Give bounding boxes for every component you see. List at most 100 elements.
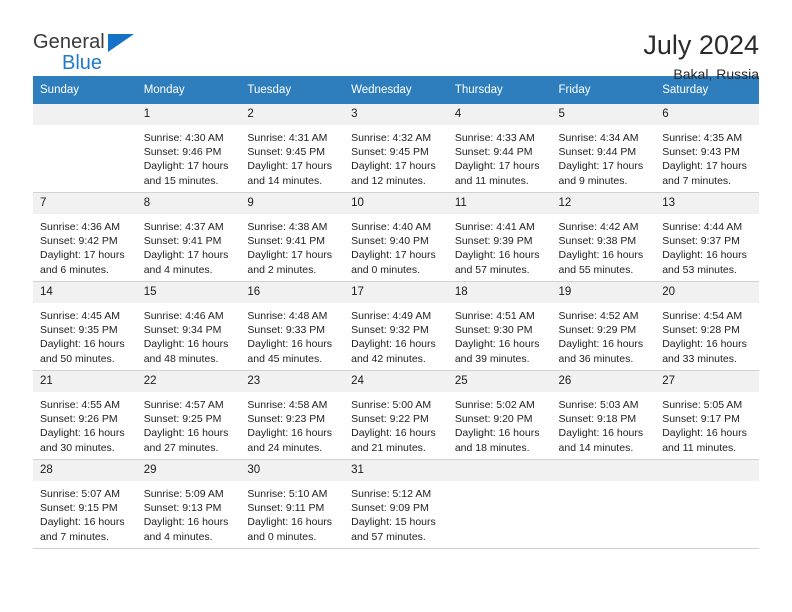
- sunset-text: Sunset: 9:17 PM: [662, 413, 740, 426]
- day-cell[interactable]: 29 Sunrise: 5:09 AM Sunset: 9:13 PM Dayligh…: [136, 459, 241, 549]
- sunrise-text: Sunrise: 4:55 AM: [40, 399, 120, 411]
- day-number: 19: [551, 282, 656, 303]
- day-cell[interactable]: 19 Sunrise: 4:52 AM Sunset: 9:29 PM Dayligh…: [551, 281, 656, 371]
- daylight-text-line1: Daylight: 16 hours: [662, 338, 747, 351]
- day-cell[interactable]: 25 Sunrise: 5:02 AM Sunset: 9:20 PM Dayligh…: [447, 370, 552, 460]
- day-cell[interactable]: 18 Sunrise: 4:51 AM Sunset: 9:30 PM Dayligh…: [447, 281, 552, 371]
- day-number: 18: [447, 282, 552, 303]
- day-cell[interactable]: 13 Sunrise: 4:44 AM Sunset: 9:37 PM Dayligh…: [655, 192, 759, 282]
- daylight-text-line2: and 50 minutes.: [40, 352, 115, 365]
- day-cell[interactable]: 3 Sunrise: 4:32 AM Sunset: 9:45 PM Daylight…: [344, 104, 448, 193]
- day-number: 12: [551, 193, 656, 214]
- day-cell[interactable]: 14 Sunrise: 4:45 AM Sunset: 9:35 PM Dayligh…: [33, 281, 137, 371]
- day-cell[interactable]: 5 Sunrise: 4:34 AM Sunset: 9:44 PM Daylight…: [551, 104, 656, 193]
- calendar-week-row: 28 Sunrise: 5:07 AM Sunset: 9:15 PM Dayligh…: [33, 459, 759, 549]
- day-cell[interactable]: 23 Sunrise: 4:58 AM Sunset: 9:23 PM Dayligh…: [240, 370, 345, 460]
- day-cell[interactable]: 9 Sunrise: 4:38 AM Sunset: 9:41 PM Daylight…: [240, 192, 345, 282]
- day-cell-empty: [655, 459, 759, 549]
- calendar-week-row: 21 Sunrise: 4:55 AM Sunset: 9:26 PM Dayligh…: [33, 370, 759, 460]
- daylight-text-line1: Daylight: 16 hours: [662, 427, 747, 440]
- day-cell[interactable]: 6 Sunrise: 4:35 AM Sunset: 9:43 PM Daylight…: [655, 104, 759, 193]
- day-cell[interactable]: 16 Sunrise: 4:48 AM Sunset: 9:33 PM Dayligh…: [240, 281, 345, 371]
- day-cell[interactable]: 8 Sunrise: 4:37 AM Sunset: 9:41 PM Daylight…: [136, 192, 241, 282]
- day-number: [447, 460, 552, 481]
- day-details: Sunrise: 4:41 AM Sunset: 9:39 PM Daylight:…: [448, 214, 552, 277]
- daylight-text-line2: and 0 minutes.: [351, 263, 420, 276]
- day-cell[interactable]: 27 Sunrise: 5:05 AM Sunset: 9:17 PM Dayligh…: [655, 370, 759, 460]
- day-number: 6: [655, 104, 759, 125]
- daylight-text-line2: and 21 minutes.: [351, 441, 426, 454]
- daylight-text-line1: Daylight: 16 hours: [247, 427, 333, 440]
- day-number: [33, 104, 137, 125]
- sunrise-text: Sunrise: 4:54 AM: [662, 310, 743, 322]
- sunset-text: Sunset: 9:41 PM: [143, 235, 222, 248]
- day-number: 23: [240, 371, 345, 392]
- day-details: Sunrise: 4:48 AM Sunset: 9:33 PM Daylight:…: [240, 303, 344, 366]
- daylight-text-line2: and 45 minutes.: [247, 352, 323, 365]
- day-cell[interactable]: 11 Sunrise: 4:41 AM Sunset: 9:39 PM Dayligh…: [447, 192, 552, 282]
- calendar-table: Sunday Monday Tuesday Wednesday Thursday…: [33, 76, 759, 549]
- daylight-text-line2: and 48 minutes.: [143, 352, 219, 365]
- day-number: 11: [447, 193, 552, 214]
- sunrise-text: Sunrise: 4:32 AM: [351, 132, 432, 144]
- calendar-page: General Blue July 2024 Bakal, Russia Sun…: [0, 0, 792, 612]
- daylight-text-line1: Daylight: 16 hours: [454, 427, 540, 440]
- weekday-header-thursday: Thursday: [447, 76, 552, 104]
- sunrise-text: Sunrise: 4:33 AM: [454, 132, 535, 144]
- day-cell[interactable]: 15 Sunrise: 4:46 AM Sunset: 9:34 PM Dayligh…: [136, 281, 241, 371]
- daylight-text-line2: and 30 minutes.: [40, 441, 115, 454]
- sunrise-text: Sunrise: 5:12 AM: [351, 488, 432, 500]
- day-details: Sunrise: 4:34 AM Sunset: 9:44 PM Daylight:…: [552, 125, 656, 188]
- sunset-text: Sunset: 9:30 PM: [454, 324, 533, 337]
- day-cell[interactable]: 12 Sunrise: 4:42 AM Sunset: 9:38 PM Dayligh…: [551, 192, 656, 282]
- day-cell[interactable]: 10 Sunrise: 4:40 AM Sunset: 9:40 PM Dayligh…: [344, 192, 448, 282]
- daylight-text-line2: and 11 minutes.: [454, 174, 529, 187]
- day-cell[interactable]: 20 Sunrise: 4:54 AM Sunset: 9:28 PM Dayligh…: [655, 281, 759, 371]
- daylight-text-line1: Daylight: 16 hours: [143, 338, 229, 351]
- day-details: Sunrise: 4:55 AM Sunset: 9:26 PM Daylight:…: [33, 392, 137, 455]
- day-number: 25: [447, 371, 552, 392]
- day-cell[interactable]: 7 Sunrise: 4:36 AM Sunset: 9:42 PM Daylight…: [33, 192, 137, 282]
- sunset-text: Sunset: 9:40 PM: [351, 235, 429, 248]
- sunset-text: Sunset: 9:15 PM: [40, 502, 118, 515]
- daylight-text-line2: and 4 minutes.: [143, 263, 213, 276]
- day-cell[interactable]: 1 Sunrise: 4:30 AM Sunset: 9:46 PM Daylight…: [136, 104, 241, 193]
- day-cell[interactable]: 26 Sunrise: 5:03 AM Sunset: 9:18 PM Dayligh…: [551, 370, 656, 460]
- day-cell[interactable]: 28 Sunrise: 5:07 AM Sunset: 9:15 PM Dayligh…: [33, 459, 137, 549]
- daylight-text-line1: Daylight: 17 hours: [351, 249, 436, 262]
- day-cell[interactable]: 31 Sunrise: 5:12 AM Sunset: 9:09 PM Dayligh…: [344, 459, 448, 549]
- daylight-text-line1: Daylight: 17 hours: [40, 249, 125, 262]
- day-details: Sunrise: 4:40 AM Sunset: 9:40 PM Daylight:…: [344, 214, 448, 277]
- day-cell[interactable]: 30 Sunrise: 5:10 AM Sunset: 9:11 PM Dayligh…: [240, 459, 345, 549]
- day-number: 8: [136, 193, 241, 214]
- day-number: 20: [655, 282, 759, 303]
- day-cell[interactable]: 24 Sunrise: 5:00 AM Sunset: 9:22 PM Dayligh…: [344, 370, 448, 460]
- daylight-text-line2: and 57 minutes.: [454, 263, 530, 276]
- day-cell[interactable]: 22 Sunrise: 4:57 AM Sunset: 9:25 PM Dayligh…: [136, 370, 241, 460]
- day-number: 31: [344, 460, 448, 481]
- day-details: Sunrise: 4:33 AM Sunset: 9:44 PM Daylight:…: [448, 125, 552, 188]
- day-cell-empty: [551, 459, 656, 549]
- day-details: Sunrise: 4:54 AM Sunset: 9:28 PM Daylight:…: [655, 303, 759, 366]
- daylight-text-line2: and 55 minutes.: [558, 263, 634, 276]
- day-cell[interactable]: 2 Sunrise: 4:31 AM Sunset: 9:45 PM Daylight…: [240, 104, 345, 193]
- sunset-text: Sunset: 9:37 PM: [662, 235, 740, 248]
- day-number: 16: [240, 282, 345, 303]
- sunset-text: Sunset: 9:38 PM: [558, 235, 637, 248]
- sunset-text: Sunset: 9:35 PM: [40, 324, 118, 337]
- page-header: General Blue July 2024 Bakal, Russia: [33, 0, 759, 82]
- day-cell[interactable]: 21 Sunrise: 4:55 AM Sunset: 9:26 PM Dayligh…: [33, 370, 137, 460]
- sunset-text: Sunset: 9:33 PM: [247, 324, 326, 337]
- weekday-header-friday: Friday: [551, 76, 656, 104]
- day-number: 15: [136, 282, 241, 303]
- daylight-text-line2: and 18 minutes.: [454, 441, 530, 454]
- daylight-text-line1: Daylight: 17 hours: [558, 160, 644, 173]
- sunset-text: Sunset: 9:26 PM: [40, 413, 118, 426]
- day-cell[interactable]: 4 Sunrise: 4:33 AM Sunset: 9:44 PM Daylight…: [447, 104, 552, 193]
- daylight-text-line2: and 9 minutes.: [558, 174, 628, 187]
- calendar-week-row: 14 Sunrise: 4:45 AM Sunset: 9:35 PM Dayligh…: [33, 281, 759, 371]
- sunset-text: Sunset: 9:46 PM: [143, 146, 222, 159]
- day-details: Sunrise: 4:36 AM Sunset: 9:42 PM Daylight:…: [33, 214, 137, 277]
- day-cell[interactable]: 17 Sunrise: 4:49 AM Sunset: 9:32 PM Dayligh…: [344, 281, 448, 371]
- daylight-text-line1: Daylight: 17 hours: [143, 160, 229, 173]
